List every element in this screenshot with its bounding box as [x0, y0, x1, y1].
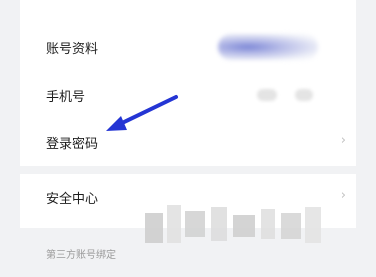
row-login-password[interactable]: 登录密码 ›: [20, 118, 356, 166]
chevron-right-icon: ›: [340, 188, 346, 203]
phone-value-masked: [257, 89, 277, 101]
chevron-right-icon: ›: [340, 133, 346, 148]
row-label-phone-number: 手机号: [46, 90, 86, 105]
phone-value-masked-2: [295, 89, 313, 101]
account-settings-card: 账号资料 手机号 登录密码 › 安全中心 ›: [20, 0, 356, 228]
avatar: [218, 34, 318, 60]
pixelated-watermark: [145, 205, 325, 260]
row-label-security-center: 安全中心: [46, 192, 99, 207]
row-label-account-profile: 账号资料: [46, 42, 99, 57]
third-party-section-title: 第三方账号绑定: [46, 250, 116, 261]
section-divider: [20, 166, 356, 174]
row-label-login-password: 登录密码: [46, 137, 99, 152]
